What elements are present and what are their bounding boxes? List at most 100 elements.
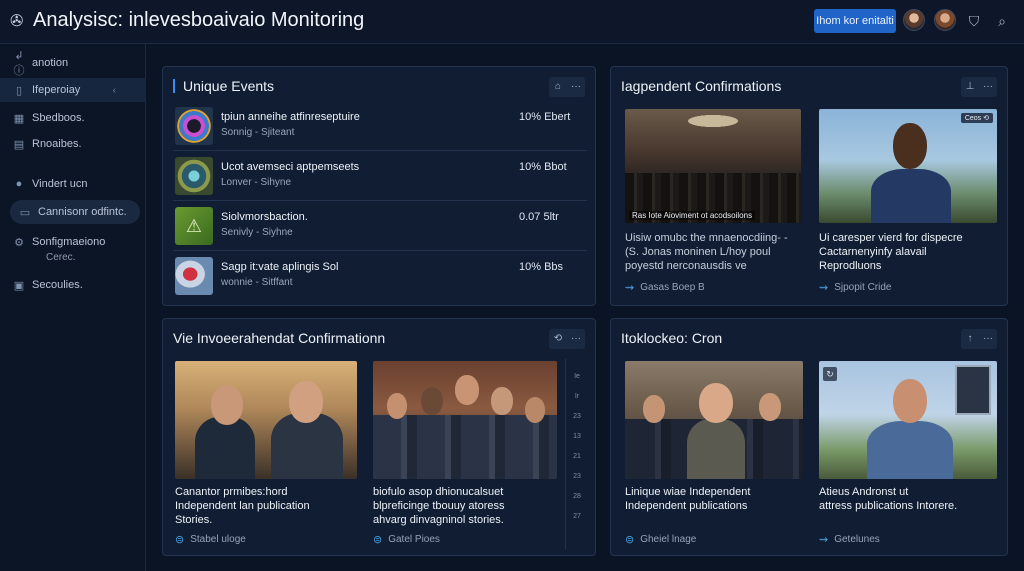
list-item[interactable]: Ucot avemseci aptpemseets Lonver - Sihyn… (173, 153, 587, 201)
divider (565, 359, 566, 549)
more-icon[interactable]: ··· (567, 77, 585, 97)
card-description: Atieus Andronst ut attress publications … (819, 486, 958, 512)
sidebar-sub-label: Cerec. (46, 252, 76, 263)
doc-icon: ▤ (13, 138, 25, 151)
timeline-tick: 13 (573, 433, 581, 440)
refresh-icon[interactable]: ⟲ (549, 329, 567, 349)
card-description: Canantor prmibes:hord Independent lan pu… (175, 486, 310, 526)
panel-toolbar: ↑ ··· (961, 329, 997, 349)
event-photo[interactable]: Ras Iote Aioviment ot acodsoilons (625, 109, 801, 223)
sidebar-item-monitoring[interactable]: ▭ Cannisonr odfintc. (10, 200, 140, 224)
chevron-left-icon[interactable]: ‹ (113, 85, 116, 96)
card-description: Linique wiae Independent Independent pub… (625, 486, 751, 512)
timeline-scroll[interactable]: Ie Ir 23 13 21 23 28 27 (567, 367, 587, 527)
sidebar-item-back[interactable]: ↲ ⓘ anotion (0, 49, 146, 77)
more-icon[interactable]: ··· (979, 77, 997, 97)
download-icon[interactable]: ⊥ (961, 77, 979, 97)
profile-photo[interactable]: ↻ (819, 361, 997, 479)
grid-icon: ▦ (13, 112, 25, 125)
event-stat: 0.07 5ltr (519, 211, 559, 223)
card-footer: ⊜ Gatel Pioes (373, 533, 440, 546)
sidebar-item-label: Vindert ucn (32, 178, 88, 190)
event-subtitle: Lonver - Sihyne (221, 177, 292, 188)
sidebar-item-label: anotion (32, 57, 69, 69)
event-thumbnail (175, 257, 213, 295)
timeline-tick: 23 (573, 473, 581, 480)
shield-icon[interactable]: ⛉ (965, 12, 983, 30)
sidebar-item-overview[interactable]: ▯ Ifeperoiay ‹ (0, 78, 146, 102)
list-item[interactable]: tpiun anneihe atfinreseptuire Sonnig - S… (173, 103, 587, 151)
photo-tool-icon[interactable]: ↻ (823, 367, 837, 381)
card-footer: ⊜ Stabel uloge (175, 533, 246, 546)
sidebar-item-label: Cannisonr odfintc. (38, 206, 127, 218)
panel-toolbar: ⊥ ··· (961, 77, 997, 97)
timeline-tick: Ir (574, 393, 580, 400)
event-title: Sagp it:vate aplingis Sol (221, 261, 339, 273)
link-icon: ⇝ (819, 534, 829, 546)
photo-badge[interactable]: Ceos ⟲ (960, 113, 993, 123)
event-subtitle: wonnie - Sitffant (221, 277, 293, 288)
list-item[interactable]: ⚠ Siolvmorsbaction. Senivly - Siyhne 0.0… (173, 203, 587, 251)
link-icon: ⊜ (175, 534, 185, 546)
panel-title: Itoklockeo: Cron (621, 330, 723, 346)
home-icon[interactable]: ⌂ (549, 77, 567, 97)
card-description: Ui caresper vierd for dispecre Cactarnen… (819, 232, 963, 272)
header-action-button[interactable]: Ihom kor enitalti (814, 9, 896, 33)
card-source: Gasas Boep B (640, 282, 705, 293)
user-avatar-secondary[interactable] (934, 9, 956, 31)
card-source: Gheiel lnage (640, 534, 697, 545)
sidebar-item-label: Secoulies. (32, 279, 83, 291)
warning-icon: ⚠ (175, 207, 213, 245)
upload-icon[interactable]: ↑ (961, 329, 979, 349)
chat-icon: ● (15, 178, 23, 190)
timeline-tick: Ie (574, 373, 580, 380)
card-source: Stabel uloge (190, 534, 246, 545)
timeline-tick: 23 (573, 413, 581, 420)
card-footer: ⇝ Getelunes (819, 533, 880, 546)
sidebar-item-dashboards[interactable]: ▦ Sbedboos. (0, 106, 146, 130)
link-icon: ⇝ (819, 282, 829, 294)
sidebar-item-label: Sbedboos. (32, 112, 85, 124)
more-icon[interactable]: ··· (979, 329, 997, 349)
sidebar-item-vendors[interactable]: ● Vindert ucn (0, 172, 146, 196)
sidebar-item-configuration[interactable]: ⚙ Sonfigmaeiono (0, 230, 146, 254)
independent-confirmations-panel: Vie Invoeerahendat Confirmationn ⟲ ··· C… (162, 318, 596, 556)
gear-icon: ⚙ (14, 236, 24, 249)
back-icon: ↲ ⓘ (13, 49, 25, 77)
timeline-tick: 27 (573, 513, 581, 520)
search-icon[interactable]: ⌕ (993, 12, 1011, 30)
event-subtitle: Sonnig - Sjiteant (221, 127, 295, 138)
confirmations-panel: Iagpendent Confirmations ⊥ ··· Ras Iote … (610, 66, 1008, 306)
sidebar-item-reports[interactable]: ▤ Rnoaibes. (0, 132, 146, 156)
profile-photo[interactable]: Ceos ⟲ (819, 109, 997, 223)
card-description: biofulo asop dhionucalsuet blpreficinge … (373, 486, 505, 526)
card-source: Sjpopit Cride (834, 282, 892, 293)
event-title: Siolvmorsbaction. (221, 211, 308, 223)
app-header: ✇ Analysisc: inlevesboaivaio Monitoring … (0, 0, 1024, 44)
more-icon[interactable]: ··· (567, 329, 585, 349)
panel-title: Unique Events (173, 79, 274, 93)
outlook-panel: Itoklockeo: Cron ↑ ··· Linique wiae Inde… (610, 318, 1008, 556)
card-footer: ⊜ Gheiel lnage (625, 533, 696, 546)
sidebar-item-label: Ifeperoiay (32, 84, 81, 96)
link-icon: ⇝ (625, 282, 635, 294)
timeline-tick: 28 (573, 493, 581, 500)
event-photo[interactable] (175, 361, 357, 479)
list-item[interactable]: Sagp it:vate aplingis Sol wonnie - Sitff… (173, 253, 587, 301)
event-title: tpiun anneihe atfinreseptuire (221, 111, 360, 123)
event-thumbnail (175, 157, 213, 195)
page-icon: ▯ (15, 84, 23, 97)
sidebar-item-label: Rnoaibes. (32, 138, 82, 150)
group-photo[interactable] (625, 361, 803, 479)
card-source: Getelunes (834, 534, 880, 545)
sidebar-item-label: Sonfigmaeiono (32, 236, 106, 248)
panel-toolbar: ⟲ ··· (549, 329, 585, 349)
panel-title: Iagpendent Confirmations (621, 78, 782, 94)
event-stat: 10% Bbs (519, 261, 564, 273)
link-icon: ⊜ (373, 534, 383, 546)
sidebar-item-security[interactable]: ▣ Secoulies. (0, 273, 146, 297)
event-stat: 10% Bbot (519, 161, 567, 173)
timeline-tick: 21 (573, 453, 581, 460)
group-photo[interactable] (373, 361, 557, 479)
user-avatar[interactable] (903, 9, 925, 31)
